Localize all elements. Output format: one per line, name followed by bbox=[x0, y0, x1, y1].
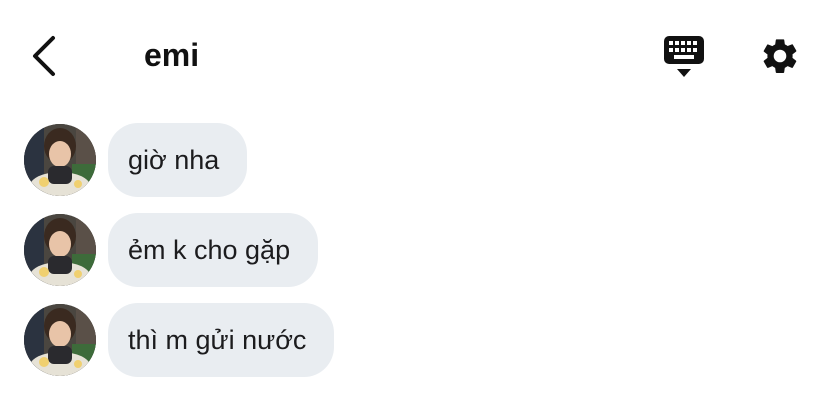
message-row: thì m gửi nước bbox=[24, 303, 335, 377]
message-bubble[interactable]: ẻm k cho gặp bbox=[108, 213, 319, 287]
message-row: ẻm k cho gặp bbox=[24, 213, 319, 287]
message-row: giờ nha bbox=[24, 123, 248, 197]
chat-title[interactable]: emi bbox=[144, 34, 199, 76]
keyboard-icon bbox=[664, 36, 704, 77]
chevron-left-icon bbox=[33, 36, 55, 76]
avatar[interactable] bbox=[24, 124, 96, 196]
keyboard-button[interactable] bbox=[660, 34, 708, 82]
avatar[interactable] bbox=[24, 214, 96, 286]
chat-header: emi bbox=[0, 0, 828, 110]
message-bubble[interactable]: thì m gửi nước bbox=[108, 303, 335, 377]
avatar[interactable] bbox=[24, 304, 96, 376]
back-button[interactable] bbox=[22, 32, 66, 80]
settings-button[interactable] bbox=[756, 32, 804, 80]
gear-icon bbox=[763, 39, 797, 73]
message-bubble[interactable]: giờ nha bbox=[108, 123, 248, 197]
